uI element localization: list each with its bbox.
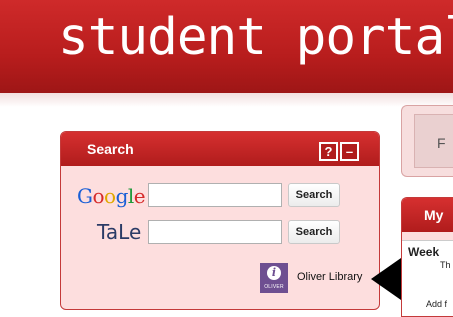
minimize-button[interactable]: – xyxy=(340,142,359,161)
search-panel-header: Search ? – xyxy=(61,132,379,166)
banner-shadow xyxy=(0,93,453,107)
search-panel: Search ? – Google Search TaLe Search i O… xyxy=(60,131,380,310)
info-icon: i xyxy=(267,266,281,280)
google-search-input[interactable] xyxy=(148,183,282,207)
my-panel: My Week Th Add f xyxy=(401,197,453,317)
oliver-icon-caption: OLIVER xyxy=(264,284,284,290)
google-logo-letter: G xyxy=(77,184,93,208)
my-panel-title: My xyxy=(424,207,444,223)
week-row-text: Th xyxy=(440,260,451,270)
header-banner: student portal xyxy=(0,0,453,93)
my-panel-body: Week Th Add f xyxy=(402,240,453,316)
oliver-library-icon[interactable]: i OLIVER xyxy=(260,263,288,293)
google-logo-letter: e xyxy=(133,184,146,208)
tale-search-button[interactable]: Search xyxy=(288,220,340,244)
search-panel-title: Search xyxy=(87,141,134,157)
add-link[interactable]: Add f xyxy=(426,299,447,309)
oliver-library-link[interactable]: Oliver Library xyxy=(297,271,362,283)
tale-search-input[interactable] xyxy=(148,220,282,244)
right-top-button[interactable]: F xyxy=(414,114,453,168)
google-logo-letter: o xyxy=(92,184,105,208)
portal-title: student portal xyxy=(58,8,453,67)
google-search-button[interactable]: Search xyxy=(288,183,340,207)
right-top-panel: F xyxy=(401,105,453,177)
google-logo-letter: g xyxy=(115,184,129,208)
help-button[interactable]: ? xyxy=(319,142,338,161)
my-panel-header: My xyxy=(402,198,453,232)
tale-logo: TaLe xyxy=(97,220,142,244)
right-top-label: F xyxy=(437,135,446,151)
google-logo: Google xyxy=(77,184,146,208)
google-logo-letter: o xyxy=(104,184,116,208)
week-label: Week xyxy=(408,245,440,259)
